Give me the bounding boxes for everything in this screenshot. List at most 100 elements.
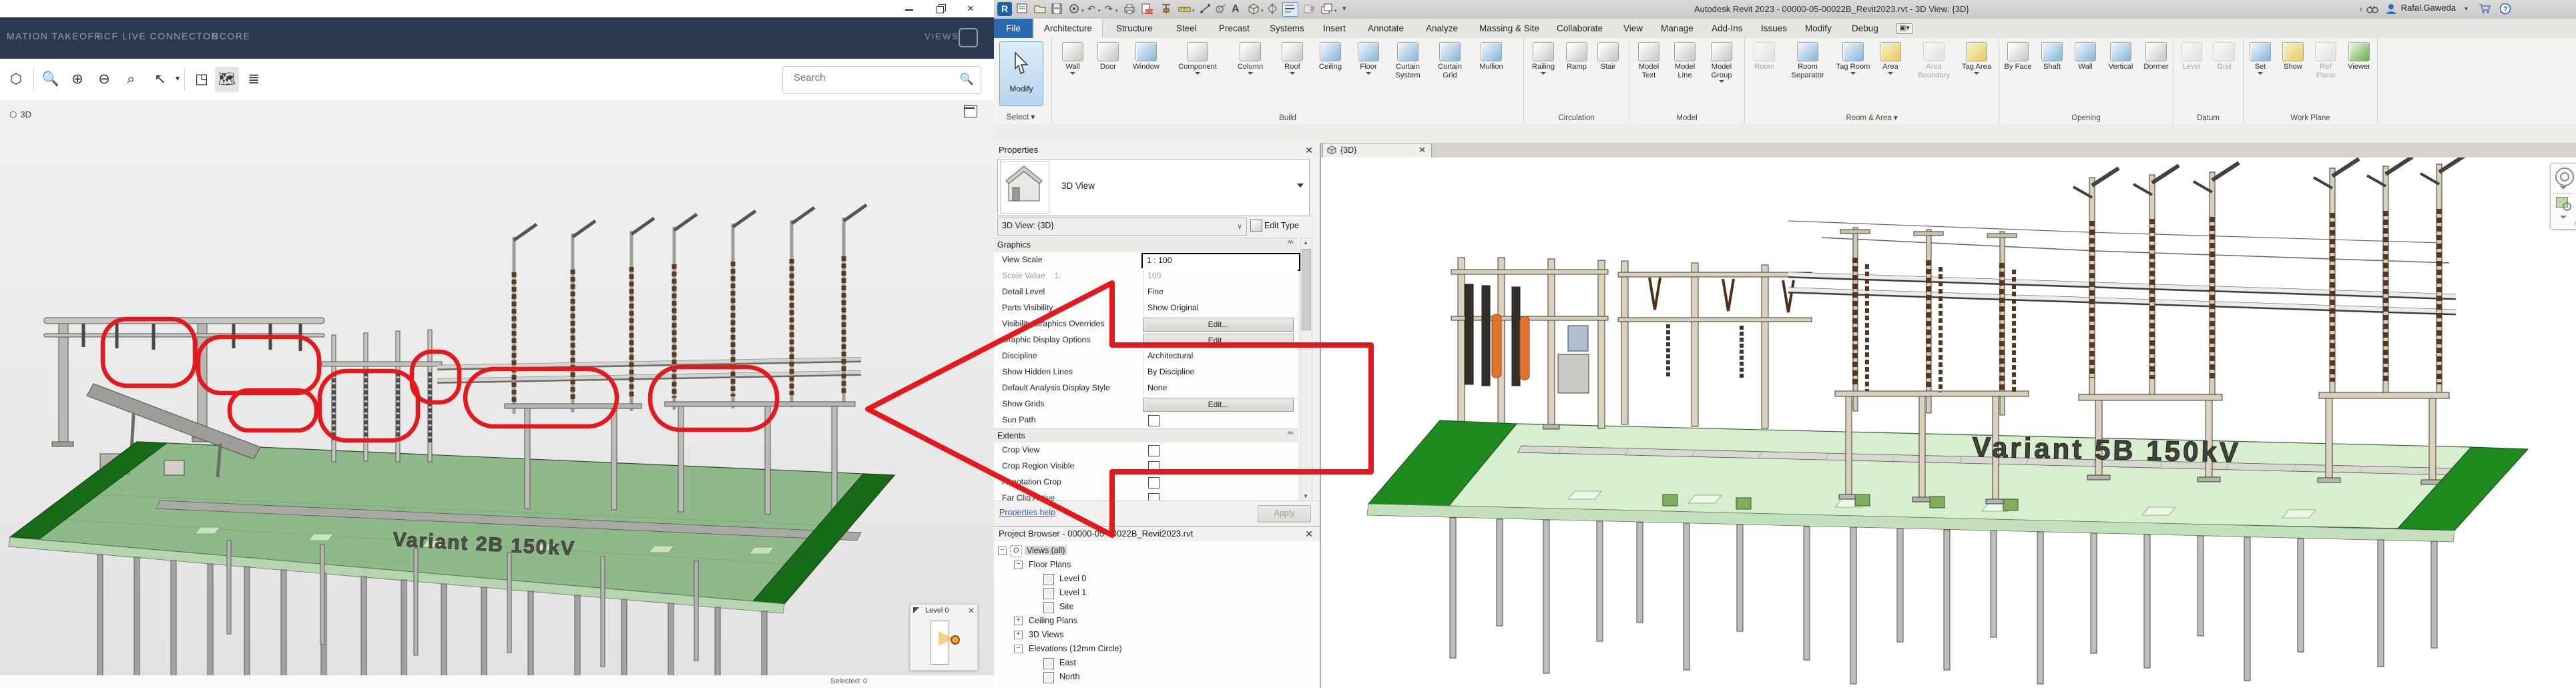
prop-row-detail-level[interactable]: Detail Level Fine	[994, 284, 1298, 301]
menu-bcf-live-connector[interactable]: BCF LIVE CONNECTOR	[97, 31, 219, 41]
tree-east[interactable]: East	[994, 656, 1320, 670]
collapse-icon[interactable]: −	[998, 547, 1007, 555]
restore-icon[interactable]	[933, 2, 947, 15]
tab-add-ins[interactable]: Add-Ins	[1702, 19, 1753, 38]
tool-wall-opening[interactable]: Wall	[2070, 41, 2101, 71]
tool-mullion[interactable]: Mullion	[1473, 41, 1510, 71]
undo-icon[interactable]: ↶	[1087, 3, 1095, 15]
crop-region-checkbox[interactable]	[1148, 461, 1160, 472]
instance-selector[interactable]: 3D View: {3D} ∨	[997, 218, 1247, 236]
navbar-collapse-icon[interactable]: ⊖	[2574, 220, 2576, 228]
panel-room-area-label[interactable]: Room & Area ▾	[1745, 113, 1999, 122]
user-avatar-icon[interactable]	[2385, 3, 2397, 15]
tool-stair[interactable]: Stair	[1593, 41, 1623, 71]
crop-view-checkbox[interactable]	[1148, 445, 1160, 456]
tree-ceiling-plans[interactable]: + Ceiling Plans	[994, 614, 1320, 628]
graphic-display-edit-button[interactable]: Edit...	[1143, 334, 1294, 348]
cursor-dropdown-caret-icon[interactable]: ▼	[166, 67, 190, 92]
camera-dot[interactable]	[951, 635, 960, 645]
section-graphics[interactable]: Graphics ˄˄	[994, 238, 1298, 253]
sync-icon[interactable]	[1069, 3, 1081, 15]
tab-file[interactable]: File	[994, 19, 1033, 38]
prop-row-hidden-lines[interactable]: Show Hidden Lines By Discipline	[994, 364, 1298, 381]
tab-systems[interactable]: Systems	[1260, 19, 1314, 38]
tool-tag-area[interactable]: Tag Area	[1960, 41, 1993, 75]
tab-collaborate[interactable]: Collaborate	[1547, 19, 1613, 38]
modify-button[interactable]: Modify	[999, 41, 1043, 106]
tool-curtain-system[interactable]: Curtain System	[1388, 41, 1427, 79]
steering-wheel-icon[interactable]	[2555, 167, 2574, 186]
view-tab-close-icon[interactable]: ✕	[1419, 145, 1426, 155]
left-3d-viewport[interactable]: Variant 2B 150kV ⬡ 3D Level 0 ✕	[0, 100, 994, 688]
tool-viewer[interactable]: Viewer	[2342, 41, 2376, 71]
default-3d-view-icon[interactable]	[1248, 3, 1260, 15]
tree-level-1[interactable]: Level 1	[994, 586, 1320, 600]
minimap-icon[interactable]: 🗺	[215, 67, 239, 92]
tool-model-group[interactable]: Model Group	[1704, 41, 1739, 83]
menu-score[interactable]: SCORE	[212, 31, 250, 41]
search-icon[interactable]: 🔍	[960, 73, 974, 86]
tab-view[interactable]: View	[1613, 19, 1653, 38]
type-selector[interactable]: 3D View	[997, 159, 1310, 216]
prop-row-vg-overrides[interactable]: Visibility/Graphics Overrides Edit...	[994, 316, 1298, 333]
ribbon-display-toggle-icon[interactable]: ▣▾	[1896, 23, 1912, 34]
measure-icon[interactable]	[1178, 3, 1191, 15]
prop-row-far-clip[interactable]: Far Clip Active	[994, 490, 1298, 501]
signed-in-user[interactable]: Rafal.Gaweda	[2401, 3, 2456, 13]
grid-plane-icon[interactable]: ◳	[190, 67, 214, 92]
help-icon[interactable]: ?	[2500, 3, 2512, 15]
prop-row-crop-region-visible[interactable]: Crop Region Visible	[994, 458, 1298, 475]
tab-issues[interactable]: Issues	[1751, 19, 1797, 38]
panel-circulation-label[interactable]: Circulation	[1524, 114, 1629, 122]
view-tab-3d[interactable]: {3D} ✕	[1322, 143, 1432, 157]
tab-insert[interactable]: Insert	[1313, 19, 1356, 38]
tree-elevations[interactable]: − Elevations (12mm Circle)	[994, 642, 1320, 656]
tool-model-text[interactable]: Model Text	[1632, 41, 1665, 79]
revit-logo-icon[interactable]: R	[997, 2, 1012, 16]
tool-dormer[interactable]: Dormer	[2139, 41, 2173, 71]
properties-toggle-icon[interactable]	[1017, 3, 1029, 15]
pin-icon[interactable]	[1161, 3, 1173, 15]
tool-column[interactable]: Column	[1231, 41, 1270, 75]
panel-build-label[interactable]: Build	[1052, 114, 1523, 122]
collapse-icon[interactable]: −	[1014, 561, 1023, 569]
tab-structure[interactable]: Structure	[1106, 19, 1163, 38]
prop-row-parts-visibility[interactable]: Parts Visibility Show Original	[994, 300, 1298, 317]
project-browser-close-icon[interactable]: ✕	[1305, 529, 1313, 540]
zoom-out-icon[interactable]: ⊖	[92, 67, 116, 92]
views-label[interactable]: VIEWS	[925, 31, 959, 41]
tree-north[interactable]: North	[994, 670, 1320, 684]
text-tool-icon[interactable]: A	[1232, 3, 1240, 15]
print-icon[interactable]	[1123, 3, 1135, 15]
vg-overrides-edit-button[interactable]: Edit...	[1143, 318, 1294, 332]
tool-model-line[interactable]: Model Line	[1668, 41, 1702, 79]
instance-dropdown-caret-icon[interactable]: ∨	[1237, 222, 1242, 231]
panel-model-label[interactable]: Model	[1629, 114, 1744, 122]
prop-row-crop-view[interactable]: Crop View	[994, 442, 1298, 459]
tool-component[interactable]: Component	[1171, 41, 1224, 75]
tree-3d-views[interactable]: + 3D Views	[994, 628, 1320, 642]
tool-shaft[interactable]: Shaft	[2037, 41, 2067, 71]
tab-architecture[interactable]: Architecture	[1033, 19, 1103, 38]
annotation-crop-checkbox[interactable]	[1148, 477, 1160, 488]
tab-debug[interactable]: Debug	[1842, 19, 1888, 38]
pdf-export-icon[interactable]: PDF	[1141, 3, 1153, 15]
redo-icon[interactable]: ↷	[1105, 3, 1113, 15]
zoom-dropdown-caret-icon[interactable]	[2560, 216, 2567, 219]
minimap-close-icon[interactable]: ✕	[968, 606, 975, 615]
prop-row-graphic-display[interactable]: Graphic Display Options Edit...	[994, 332, 1298, 349]
prop-row-sun-path[interactable]: Sun Path	[994, 412, 1298, 429]
expand-icon[interactable]: +	[1014, 631, 1023, 639]
tab-analyze[interactable]: Analyze	[1416, 19, 1468, 38]
tool-tag-room[interactable]: Tag Room	[1836, 41, 1870, 75]
tool-door[interactable]: Door	[1092, 41, 1124, 71]
home-3d-icon[interactable]: ⬡	[4, 67, 28, 92]
tab-massing-site[interactable]: Massing & Site	[1469, 19, 1549, 38]
panel-select-label[interactable]: Select ▾	[994, 112, 1047, 121]
zoom-fit-icon[interactable]: 🔍	[39, 67, 63, 92]
aligned-dimension-icon[interactable]	[1200, 3, 1212, 15]
store-cart-icon[interactable]	[2479, 3, 2491, 15]
tool-railing[interactable]: Railing	[1527, 41, 1560, 75]
tool-wall[interactable]: Wall	[1056, 41, 1089, 75]
search-box[interactable]: 🔍	[782, 66, 981, 94]
